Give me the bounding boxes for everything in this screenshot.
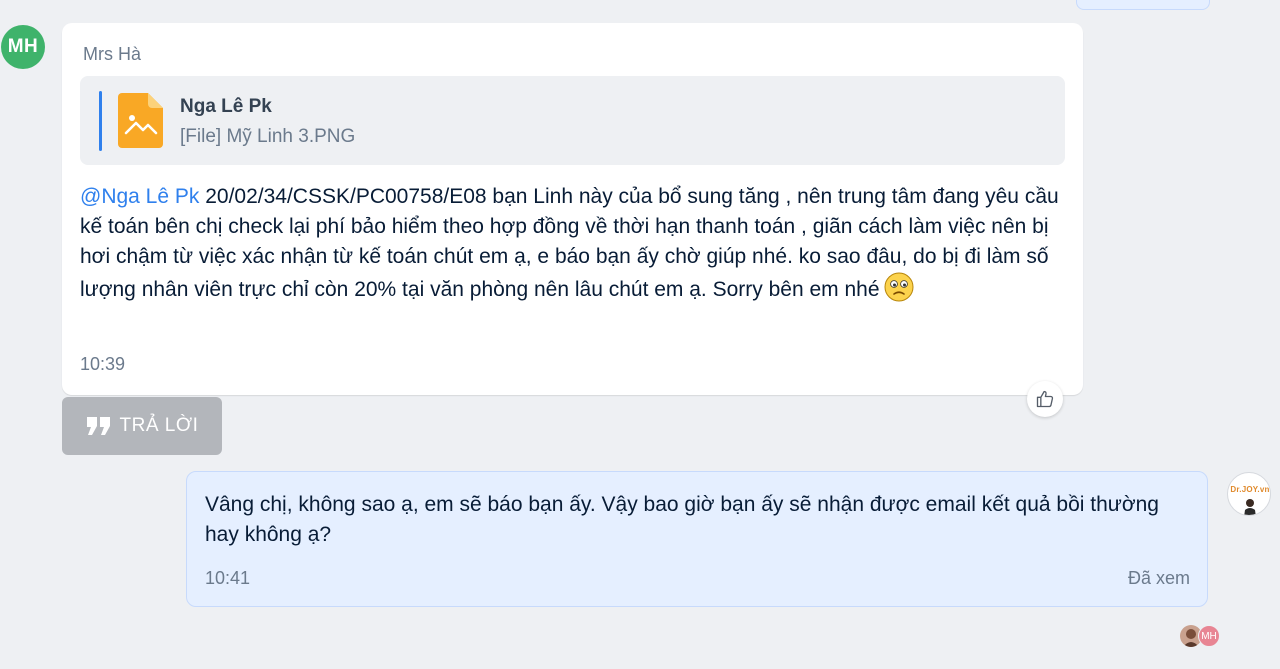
person-figure-icon [1244,499,1256,515]
thumbs-up-icon [1036,390,1054,408]
quote-icon [86,417,110,435]
message-text: @Nga Lê Pk 20/02/34/CSSK/PC00758/E08 bạn… [80,182,1070,305]
seen-status: Đã xem [1127,568,1190,588]
seen-avatar-mh: MH [1198,625,1220,647]
sender-name: Mrs Hà [83,44,141,64]
previous-message-bubble [1076,0,1210,10]
outgoing-time: 10:41 [205,568,251,588]
like-button[interactable] [1027,381,1063,417]
quote-bar [99,91,102,151]
quoted-message[interactable]: Nga Lê Pk [File] Mỹ Linh 3.PNG [80,76,1065,165]
reply-button[interactable]: TRẢ LỜI [62,397,222,455]
incoming-message: Mrs Hà Nga Lê Pk [File] Mỹ Linh 3.PNG @N… [62,23,1083,395]
sender-avatar[interactable]: MH [1,25,45,69]
quoted-sender: Nga Lê Pk [180,96,272,117]
reply-button-label: TRẢ LỜI [119,415,199,436]
outgoing-text: Vâng chị, không sao ạ, em sẽ báo bạn ấy.… [205,493,1159,546]
sad-face-emoji [884,272,914,302]
outgoing-message: Vâng chị, không sao ạ, em sẽ báo bạn ấy.… [186,471,1208,607]
mention-link[interactable]: @Nga Lê Pk [80,185,199,208]
message-time: 10:39 [80,354,126,374]
image-file-icon [118,93,163,148]
quoted-file: [File] Mỹ Linh 3.PNG [180,126,356,147]
my-avatar[interactable]: Dr.JOY.vn [1227,472,1271,516]
seen-by-avatars: MH [1180,625,1224,647]
